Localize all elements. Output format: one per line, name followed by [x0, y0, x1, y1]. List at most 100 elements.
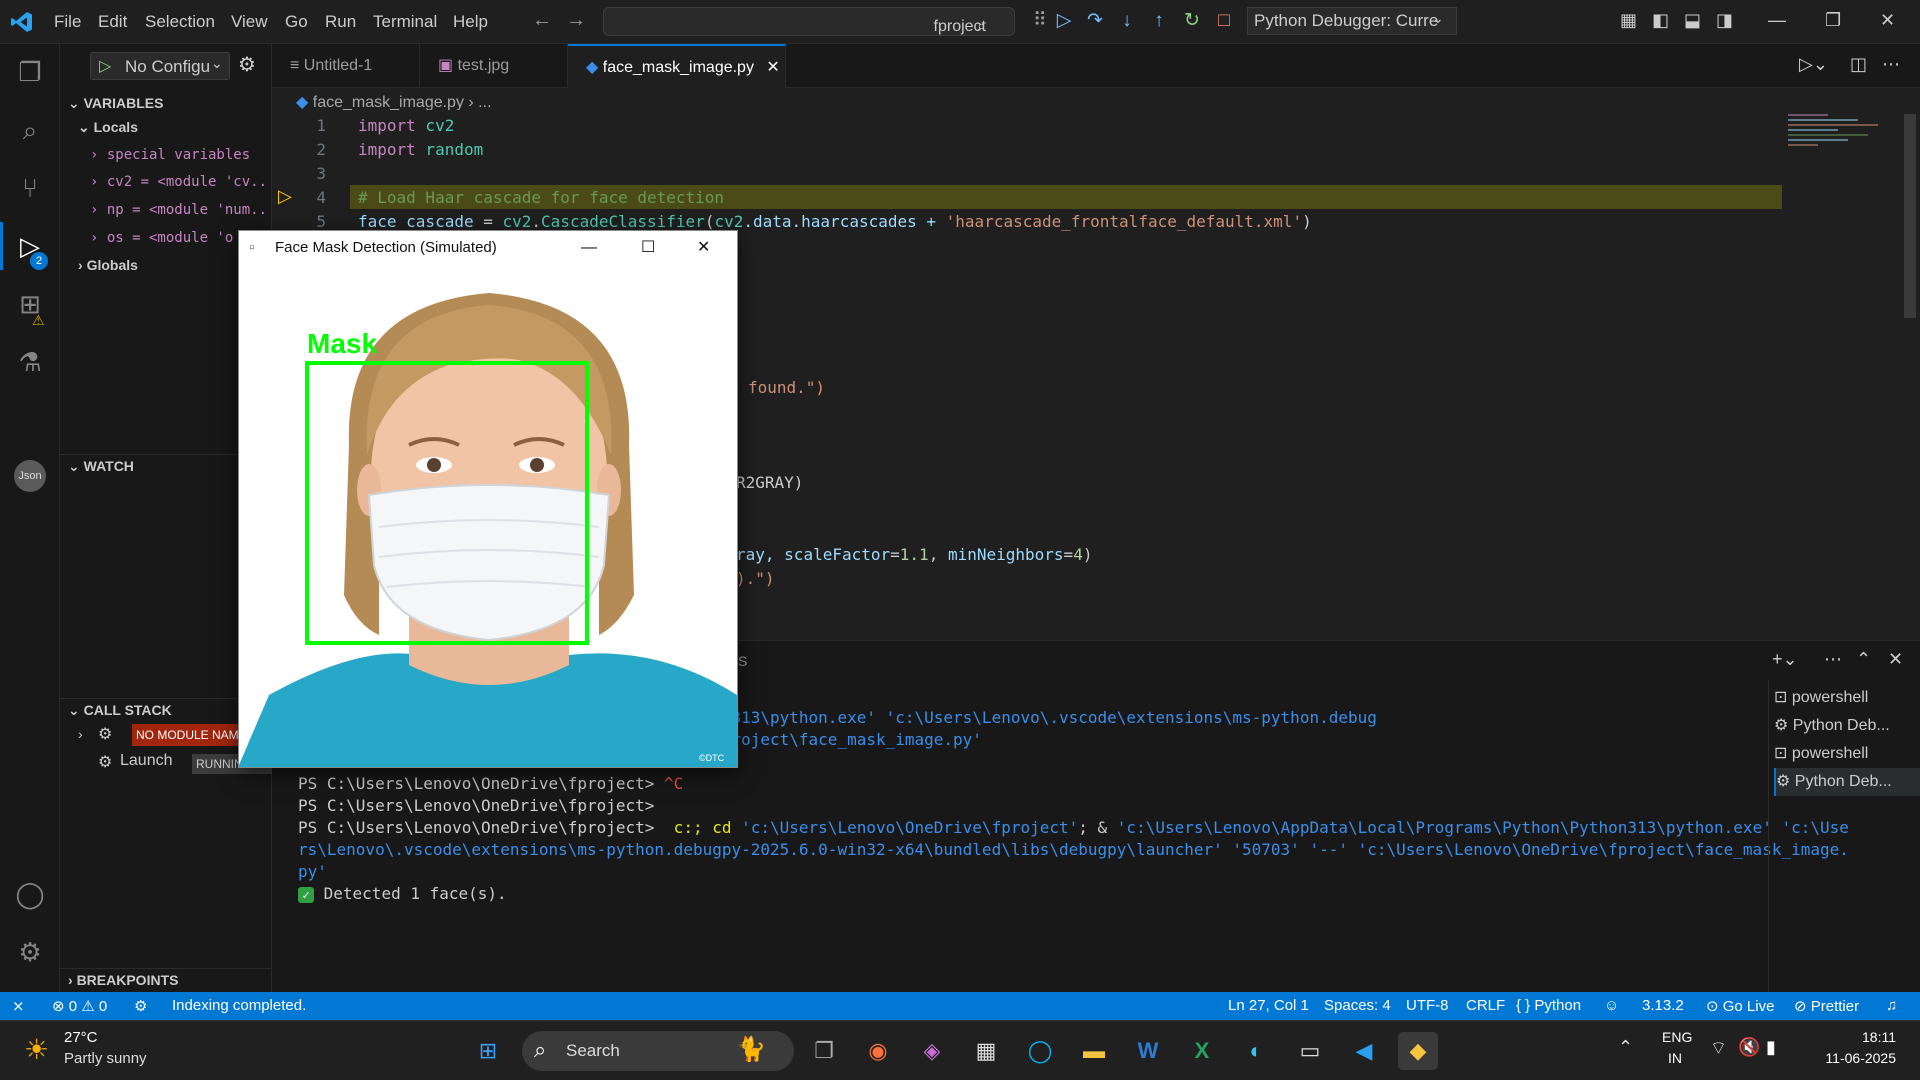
start-windows-icon[interactable]: ⊞: [468, 1032, 508, 1070]
store-icon[interactable]: ▦: [966, 1032, 1006, 1070]
menu-run[interactable]: Run: [325, 12, 356, 32]
search-icon[interactable]: ⌕: [12, 112, 48, 148]
window-title-bar[interactable]: ▫ Face Mask Detection (Simulated) — ☐ ✕: [239, 231, 737, 265]
close-tab-icon[interactable]: ✕: [766, 59, 779, 76]
terminal-item[interactable]: ⊡ powershell: [1774, 684, 1920, 712]
menu-view[interactable]: View: [231, 12, 268, 32]
copilot-app-icon[interactable]: ◈: [912, 1032, 952, 1070]
drag-handle-icon[interactable]: ⠿: [1028, 9, 1052, 33]
menu-selection[interactable]: Selection: [145, 12, 215, 32]
copilot-icon[interactable]: ☺: [1604, 997, 1619, 1014]
wifi-icon[interactable]: ⌔: [1710, 1037, 1727, 1060]
settings-gear-icon[interactable]: ⚙: [12, 934, 48, 970]
debug-config-select[interactable]: Python Debugger: Curre: [1247, 7, 1457, 35]
firefox-icon[interactable]: ◉: [858, 1032, 898, 1070]
edge-icon[interactable]: ◐: [1236, 1032, 1276, 1070]
problems-indicator[interactable]: ⊗ 0 ⚠ 0: [52, 997, 107, 1015]
step-over-icon[interactable]: ↷: [1083, 9, 1107, 33]
menu-terminal[interactable]: Terminal: [373, 12, 437, 32]
word-icon[interactable]: W: [1128, 1032, 1168, 1070]
customize-layout-icon[interactable]: ▦: [1620, 10, 1637, 31]
vscode-app-icon[interactable]: ◀: [1344, 1032, 1384, 1070]
menu-help[interactable]: Help: [453, 12, 488, 32]
terminal-item[interactable]: ⊡ powershell: [1774, 740, 1920, 768]
minimize-icon[interactable]: —: [1768, 10, 1786, 31]
toggle-sidebar-icon[interactable]: ◧: [1652, 10, 1669, 31]
face-mask-window[interactable]: ▫ Face Mask Detection (Simulated) — ☐ ✕: [238, 230, 738, 768]
notifications-bell-icon[interactable]: ♫: [1886, 997, 1897, 1014]
start-debug-icon[interactable]: ▷: [99, 56, 111, 76]
stop-icon[interactable]: □: [1212, 9, 1236, 33]
taskbar-search[interactable]: ⌕ Search 🐈: [522, 1031, 794, 1071]
terminal-item-active[interactable]: ⚙ Python Deb...: [1774, 768, 1920, 796]
new-terminal-icon[interactable]: +⌄: [1772, 649, 1798, 670]
debug-status-icon[interactable]: ⚙: [134, 997, 147, 1015]
callstack-launch[interactable]: Launch: [120, 752, 173, 770]
cortana-icon[interactable]: ◯: [1020, 1032, 1060, 1070]
lang-code[interactable]: ENG: [1662, 1029, 1692, 1045]
tree-row-np[interactable]: › np = <module 'num...: [90, 202, 270, 218]
menu-edit[interactable]: Edit: [98, 12, 127, 32]
tab-test-jpg[interactable]: ▣ test.jpg: [420, 44, 568, 88]
breadcrumb-file[interactable]: face_mask_image.py: [313, 94, 464, 111]
close-icon[interactable]: ✕: [1880, 10, 1895, 31]
battery-icon[interactable]: ▮: [1766, 1037, 1776, 1058]
variables-header[interactable]: ⌄ VARIABLES: [60, 92, 272, 114]
globals-scope[interactable]: › Globals: [78, 257, 138, 273]
line-ending[interactable]: CRLF: [1466, 997, 1505, 1014]
toggle-panel-icon[interactable]: ⬓: [1684, 10, 1701, 31]
go-live[interactable]: ⊙ Go Live: [1706, 997, 1774, 1015]
prettier[interactable]: ⊘ Prettier: [1794, 997, 1859, 1015]
minimap[interactable]: [1788, 114, 1904, 184]
source-control-icon[interactable]: ⑂: [12, 170, 48, 206]
json-icon[interactable]: Json: [14, 460, 46, 492]
toggle-secondary-sidebar-icon[interactable]: ◨: [1716, 10, 1733, 31]
tab-untitled[interactable]: ≡ Untitled-1: [272, 44, 420, 88]
cursor-position[interactable]: Ln 27, Col 1: [1228, 997, 1309, 1014]
close-icon[interactable]: ✕: [697, 231, 710, 265]
lang-region[interactable]: IN: [1668, 1050, 1682, 1066]
terminal-item[interactable]: ⚙ Python Deb...: [1774, 712, 1920, 740]
breakpoints-header[interactable]: › BREAKPOINTS: [60, 968, 272, 990]
continue-icon[interactable]: ▷: [1052, 9, 1076, 33]
close-panel-icon[interactable]: ✕: [1888, 649, 1903, 670]
tab-face-mask[interactable]: ◆ face_mask_image.py ✕: [568, 44, 786, 88]
step-into-icon[interactable]: ↓: [1115, 9, 1139, 33]
encoding[interactable]: UTF-8: [1406, 997, 1449, 1014]
restart-icon[interactable]: ↻: [1180, 9, 1204, 33]
tree-row-special[interactable]: › special variables: [90, 147, 270, 163]
panel-tab-fragment[interactable]: S: [738, 653, 747, 669]
back-arrow-icon[interactable]: ←: [532, 9, 552, 32]
tree-row-cv2[interactable]: › cv2 = <module 'cv...: [90, 174, 270, 190]
split-editor-icon[interactable]: ◫: [1850, 54, 1867, 75]
maximize-panel-icon[interactable]: ⌃: [1856, 649, 1871, 670]
indentation[interactable]: Spaces: 4: [1324, 997, 1391, 1014]
locals-scope[interactable]: ⌄ Locals: [78, 119, 138, 136]
temperature[interactable]: 27°C: [64, 1029, 98, 1046]
weather-desc[interactable]: Partly sunny: [64, 1050, 147, 1067]
editor-scrollbar[interactable]: [1904, 114, 1916, 318]
maximize-icon[interactable]: ☐: [641, 231, 655, 265]
clock-date[interactable]: 11-06-2025: [1810, 1050, 1896, 1066]
clock-time[interactable]: 18:11: [1820, 1029, 1896, 1045]
remote-icon[interactable]: ⨯: [12, 997, 25, 1015]
speaker-muted-icon[interactable]: 🔇: [1738, 1037, 1760, 1058]
excel-icon[interactable]: X: [1182, 1032, 1222, 1070]
more-actions-icon[interactable]: ⋯: [1882, 54, 1900, 75]
gear-icon[interactable]: ⚙: [238, 52, 256, 77]
language-mode[interactable]: { } Python: [1516, 997, 1581, 1014]
account-icon[interactable]: ◯: [12, 876, 48, 912]
task-view-icon[interactable]: ❐: [804, 1032, 844, 1070]
forward-arrow-icon[interactable]: →: [566, 9, 586, 32]
chevron-right-icon[interactable]: ›: [78, 726, 83, 742]
file-explorer-icon[interactable]: ▬: [1074, 1032, 1114, 1070]
step-out-icon[interactable]: ↑: [1147, 9, 1171, 33]
terminal-app-icon[interactable]: ▭: [1290, 1032, 1330, 1070]
explorer-icon[interactable]: ❐: [12, 54, 48, 90]
show-hidden-icons[interactable]: ⌃: [1618, 1037, 1633, 1058]
minimize-icon[interactable]: —: [581, 231, 597, 265]
python-app-icon[interactable]: ◆: [1398, 1032, 1438, 1070]
run-config-select[interactable]: ▷ No Configu ⌄: [90, 52, 230, 80]
breadcrumb-rest[interactable]: ...: [478, 94, 491, 111]
python-version[interactable]: 3.13.2: [1642, 997, 1684, 1014]
